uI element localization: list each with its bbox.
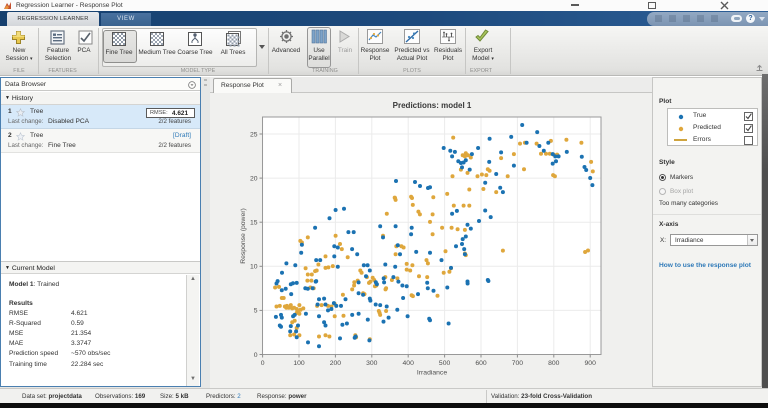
svg-text:15: 15 xyxy=(250,220,258,227)
svg-text:0: 0 xyxy=(261,360,265,367)
svg-text:500: 500 xyxy=(439,360,451,367)
svg-text:10: 10 xyxy=(250,264,258,271)
svg-text:400: 400 xyxy=(403,360,415,367)
svg-text:Response (power): Response (power) xyxy=(240,208,247,264)
svg-text:600: 600 xyxy=(475,360,487,367)
svg-text:700: 700 xyxy=(512,360,524,367)
svg-text:800: 800 xyxy=(548,360,560,367)
svg-text:Irradiance: Irradiance xyxy=(417,370,447,377)
svg-text:Predictions: model 1: Predictions: model 1 xyxy=(393,101,472,110)
svg-text:25: 25 xyxy=(250,131,258,138)
svg-text:900: 900 xyxy=(585,360,597,367)
svg-text:200: 200 xyxy=(330,360,342,367)
svg-text:5: 5 xyxy=(254,308,258,315)
svg-text:20: 20 xyxy=(250,175,258,182)
svg-text:300: 300 xyxy=(366,360,378,367)
svg-text:0: 0 xyxy=(254,352,258,359)
svg-text:100: 100 xyxy=(293,360,305,367)
